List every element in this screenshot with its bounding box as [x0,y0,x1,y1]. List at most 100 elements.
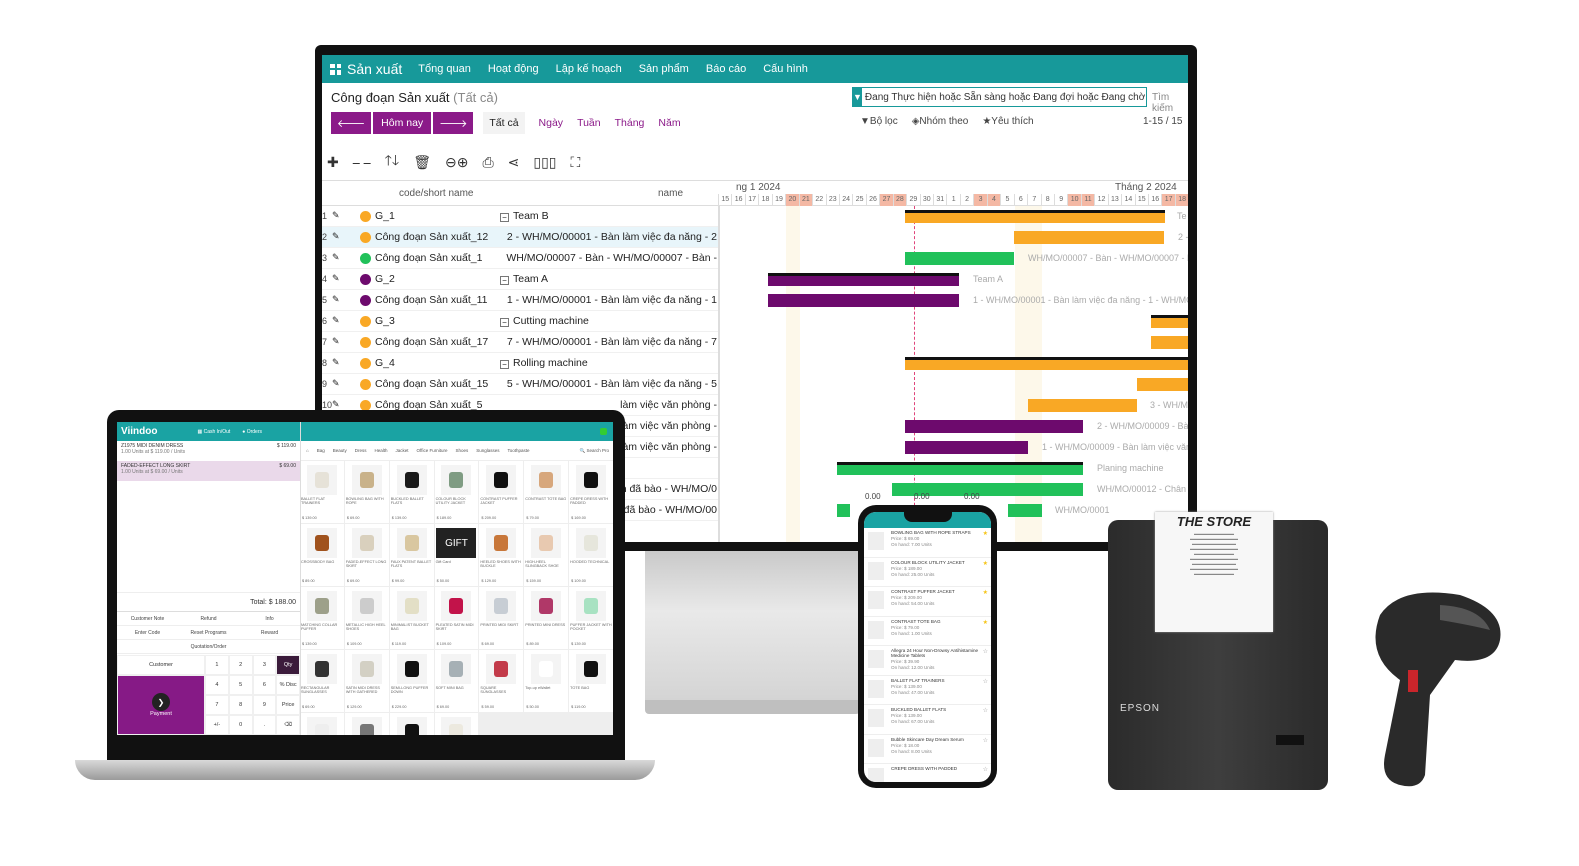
gantt-bar[interactable] [905,420,1083,433]
star-outline-icon[interactable]: ☆ [983,707,988,714]
home-icon[interactable]: ⌂ [306,448,309,453]
gantt-bar[interactable] [1151,336,1188,349]
product-tile[interactable] [389,713,434,735]
next-button[interactable]: 🡒 [433,112,474,134]
product-list-item[interactable]: Allegra 24 Hour Non-Drowsy Antihistamine… [864,646,991,676]
table-row[interactable]: 9 ✎ Công đoạn Sản xuất_15 5 - WH/MO/00001 -… [322,374,718,395]
product-tile[interactable]: CONTRAST TOTE BAG $ 79.00 [524,461,569,523]
collapse-icon[interactable]: − [500,318,509,327]
product-tile[interactable]: SEMI-LONG PUFFER DOWN $ 229.00 [389,650,434,712]
product-tile[interactable]: TOTE BAG $ 119.00 [569,650,613,712]
cash-in-out-button[interactable]: ▦ Cash In/Out [197,429,230,435]
product-tile[interactable]: MATCHING COLLAR PUFFER $ 139.00 [300,587,344,649]
orders-button[interactable]: ● Orders [242,429,262,435]
pager[interactable]: 1-15 / 15 [1143,116,1182,127]
product-list-item[interactable]: CREPE DRESS WITH PADDED ☆ [864,764,991,782]
product-list-item[interactable]: BOWLING BAG WITH ROPE STRAPS Price: $ 69.… [864,528,991,558]
product-tile[interactable]: HOODED TECHNICAL $ 109.00 [569,524,613,586]
product-tile[interactable] [434,713,479,735]
product-tile[interactable]: SQUARE SUNGLASSES $ 59.00 [479,650,524,712]
order-line[interactable]: Z1975 MIDI DENIM DRESS 1.00 Units at $ 11… [117,441,300,461]
category-sunglasses[interactable]: Sunglasses [476,448,499,453]
tab-week[interactable]: Tuần [577,117,601,129]
product-tile[interactable]: PRINTED MINI DRESS $ 89.00 [524,587,569,649]
star-outline-icon[interactable]: ☆ [983,648,988,655]
numpad-key[interactable]: +/- [205,715,229,735]
edit-pencil-icon[interactable]: ✎ [332,336,340,347]
table-row[interactable]: 2 ✎ Công đoạn Sản xuất_12 2 - WH/MO/00001 -… [322,227,718,248]
numpad-key[interactable]: 2 [228,655,253,675]
action-quotation-order[interactable]: Quotation/Order [117,640,300,653]
product-tile[interactable]: BALLET FLAT TRAINERS $ 139.00 [300,461,344,523]
product-tile[interactable]: RECTANGULAR SUNGLASSES $ 69.00 [300,650,344,712]
edit-pencil-icon[interactable]: ✎ [332,273,340,284]
product-tile[interactable]: BUCKLED BALLET FLATS $ 139.00 [389,461,434,523]
menu-planning[interactable]: Lập kế hoạch [556,63,622,75]
numpad-key[interactable]: 1 [205,655,229,675]
action-enter-code[interactable]: Enter Code [117,626,178,639]
table-row[interactable]: 5 ✎ Công đoạn Sản xuất_11 1 - WH/MO/00001 -… [322,290,718,311]
edit-pencil-icon[interactable]: ✎ [332,378,340,389]
numpad-key[interactable]: Qty [276,655,300,675]
menu-reports[interactable]: Báo cáo [706,63,746,75]
gantt-bar[interactable] [1137,378,1188,391]
table-row[interactable]: 4 ✎ G_2 − Team A [322,269,718,290]
gantt-bar[interactable] [1151,315,1188,328]
action-info[interactable]: Info [239,612,300,625]
star-filled-icon[interactable]: ★ [983,619,988,626]
numpad-key[interactable]: 6 [252,675,277,695]
favorites-button[interactable]: ★Yêu thích [982,116,1033,127]
product-tile[interactable]: SATIN MIDI DRESS WITH GATHERED $ 129.00 [344,650,389,712]
edit-pencil-icon[interactable]: ✎ [332,294,340,305]
star-outline-icon[interactable]: ☆ [983,766,988,773]
move-up-down-icon[interactable]: 🡑🡓 [385,150,400,174]
product-tile[interactable]: SOFT MINI BAG $ 69.00 [434,650,479,712]
layout-columns-icon[interactable]: ▯▯▯ [533,154,556,171]
edit-pencil-icon[interactable]: ✎ [332,315,340,326]
product-tile[interactable]: PUFFER JACKET WITH POCKET $ 139.00 [569,587,613,649]
category-dress[interactable]: Dress [355,448,367,453]
numpad-key[interactable]: 8 [228,695,253,715]
menu-configuration[interactable]: Cấu hình [763,63,808,75]
gantt-bar[interactable] [768,273,959,286]
gantt-bar[interactable] [837,504,850,517]
gantt-bar[interactable] [905,357,1188,370]
numpad-key[interactable]: 9 [252,695,277,715]
critical-path-icon[interactable]: ⋖ [508,154,520,171]
collapse-icon[interactable]: − [500,276,509,285]
tab-day[interactable]: Ngày [539,117,564,129]
product-tile[interactable]: BOWLING BAG WITH ROPE $ 69.00 [344,461,389,523]
gantt-bar[interactable] [768,294,959,307]
edit-pencil-icon[interactable]: ✎ [332,210,340,221]
edit-pencil-icon[interactable]: ✎ [332,399,340,410]
category-bag[interactable]: Bag [317,448,325,453]
product-tile[interactable]: Top-up eWallet $ 50.00 [524,650,569,712]
edit-pencil-icon[interactable]: ✎ [332,357,340,368]
category-shoes[interactable]: Shoes [455,448,468,453]
product-tile[interactable]: METALLIC HIGH HEEL SHOES $ 109.00 [344,587,389,649]
table-row[interactable]: 1 ✎ G_1 − Team B [322,206,718,227]
search-products-input[interactable]: 🔍 Search Pro [580,448,609,454]
menu-operations[interactable]: Hoạt động [488,63,539,75]
today-button[interactable]: Hôm nay [373,112,432,134]
table-row[interactable]: 6 ✎ G_3 − Cutting machine [322,311,718,332]
product-tile[interactable]: GIFT Gift Card $ 50.00 [434,524,479,586]
zoom-in-out-icon[interactable]: ⊖⊕ [445,154,468,171]
numpad-key[interactable]: ⌫ [276,715,300,735]
menu-overview[interactable]: Tổng quan [418,63,471,75]
product-tile[interactable]: CONTRAST PUFFER JACKET $ 209.00 [479,461,524,523]
add-icon[interactable]: ✚ [327,154,339,171]
order-line[interactable]: FADED-EFFECT LONG SKIRT 1.00 Units at $ 6… [117,461,300,481]
numpad-key[interactable]: 7 [205,695,229,715]
product-tile[interactable] [344,713,389,735]
gantt-bar[interactable] [905,441,1028,454]
collapse-icon[interactable]: − [500,213,509,222]
payment-button[interactable]: ❯ Payment [117,675,205,735]
edit-pencil-icon[interactable]: ✎ [332,231,340,242]
star-outline-icon[interactable]: ☆ [983,678,988,685]
group-by-button[interactable]: ◈Nhóm theo [912,116,969,127]
menu-products[interactable]: Sản phẩm [639,63,689,75]
gantt-bar[interactable] [837,462,1083,475]
product-list-item[interactable]: Bubble Skincare Day Dream Serum Price: $ … [864,735,991,764]
tab-month[interactable]: Tháng [615,117,645,129]
